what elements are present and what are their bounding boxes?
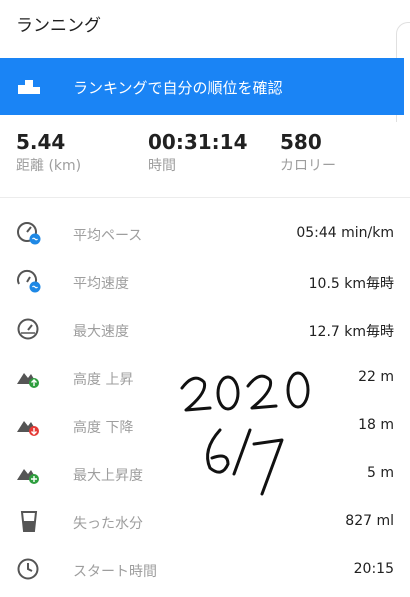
stat-value: 5 m [367,465,394,481]
summary-stats: 5.44 距離 (km) 00:31:14 時間 580 カロリー [0,130,410,190]
distance-summary: 5.44 距離 (km) [16,130,81,176]
calories-summary: 580 カロリー [280,130,336,176]
stat-row-avg-speed: 平均速度 10.5 km毎時 [0,267,410,297]
calories-value: 580 [280,130,322,154]
stat-label: 失った水分 [73,516,143,532]
water-glass-icon [20,511,38,532]
stat-label: 高度 下降 [73,420,134,436]
stat-row-elevation-gain: 高度 上昇 22 m [0,363,410,393]
duration-value: 00:31:14 [148,130,248,154]
stat-label: スタート時間 [73,564,157,580]
duration-label: 時間 [148,158,176,174]
clock-icon [17,558,39,580]
stat-label: 最大上昇度 [73,468,143,484]
stat-row-avg-pace: 平均ペース 05:44 min/km [0,219,410,249]
running-activity-screen: ランニング ランキングで自分の順位を確認 5.44 距離 (km) 00:31:… [0,0,410,597]
stat-value: 18 m [358,417,394,433]
stat-row-water-loss: 失った水分 827 ml [0,507,410,537]
distance-value: 5.44 [16,130,66,154]
divider [0,197,410,198]
stat-label: 最大速度 [73,324,129,340]
elevation-up-icon [17,373,39,388]
duration-summary: 00:31:14 時間 [148,130,248,176]
ranking-banner-label: ランキングで自分の順位を確認 [73,79,283,97]
stat-value: 05:44 min/km [296,225,394,241]
app-header: ランニング [0,0,410,56]
stat-row-max-speed: 最大速度 12.7 km毎時 [0,315,410,345]
stat-value: 22 m [358,369,394,385]
speed-gauge-icon [17,269,41,293]
stat-label: 平均速度 [73,276,129,292]
page-title: ランニング [16,16,101,36]
stat-row-max-elevation: 最大上昇度 5 m [0,459,410,489]
stat-label: 高度 上昇 [73,372,134,388]
stat-value: 10.5 km毎時 [308,276,394,292]
stat-row-elevation-loss: 高度 下降 18 m [0,411,410,441]
max-elevation-icon [17,469,39,484]
calories-label: カロリー [280,158,336,174]
podium-icon [18,80,40,94]
distance-label: 距離 (km) [16,158,82,174]
stat-row-start-time: スタート時間 20:15 [0,555,410,585]
speedometer-icon [17,318,39,340]
stat-label: 平均ペース [73,228,143,244]
ranking-banner-button[interactable]: ランキングで自分の順位を確認 [0,58,404,115]
elevation-down-icon [17,421,39,436]
stat-value: 20:15 [353,561,394,577]
stat-value: 12.7 km毎時 [308,324,394,340]
stat-value: 827 ml [345,513,394,529]
pace-gauge-icon [17,222,41,245]
